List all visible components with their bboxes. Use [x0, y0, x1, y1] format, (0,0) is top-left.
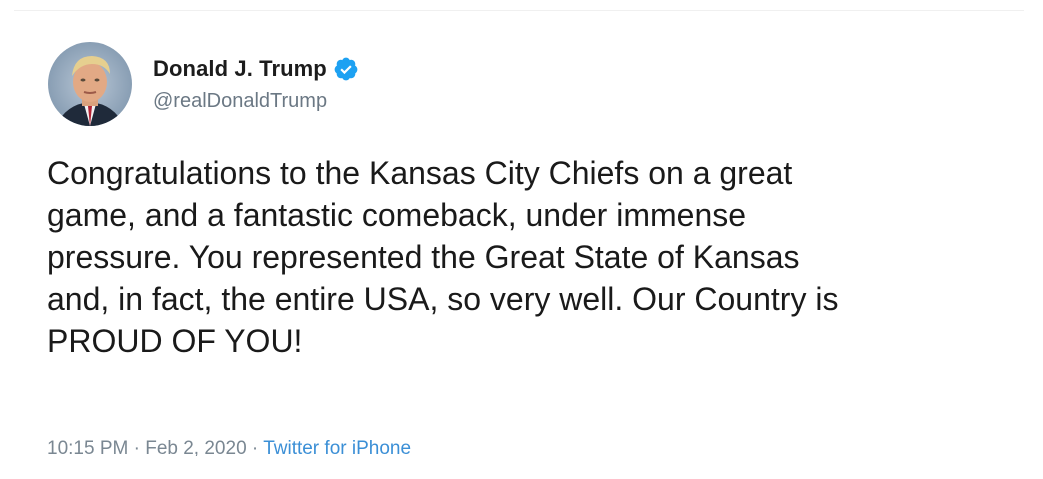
tweet-time[interactable]: 10:15 PM: [47, 438, 128, 456]
author-name-row: Donald J. Trump: [153, 56, 359, 82]
tweet-text-line: and, in fact, the entire USA, so very we…: [47, 281, 839, 317]
tweet-text: Congratulations to the Kansas City Chief…: [47, 152, 1037, 362]
avatar[interactable]: [48, 42, 132, 126]
tweet-card: Donald J. Trump @realDonaldTrump Congrat…: [0, 0, 1043, 479]
tweet-text-line: PROUD OF YOU!: [47, 323, 303, 359]
tweet-text-line: game, and a fantastic comeback, under im…: [47, 197, 747, 233]
author-handle[interactable]: @realDonaldTrump: [153, 90, 327, 113]
tweet-date[interactable]: Feb 2, 2020: [145, 438, 246, 456]
author-display-name[interactable]: Donald J. Trump: [153, 56, 327, 82]
tweet-source-link[interactable]: Twitter for iPhone: [263, 438, 411, 456]
tweet-text-line: Congratulations to the Kansas City Chief…: [47, 155, 793, 191]
verified-badge-icon: [333, 56, 359, 82]
meta-separator: ·: [128, 438, 146, 456]
tweet-text-line: pressure. You represented the Great Stat…: [47, 239, 800, 275]
divider: [14, 10, 1024, 11]
tweet-meta: 10:15 PM · Feb 2, 2020 · Twitter for iPh…: [47, 438, 411, 456]
profile-photo-icon: [48, 42, 132, 126]
meta-separator: ·: [246, 438, 264, 456]
